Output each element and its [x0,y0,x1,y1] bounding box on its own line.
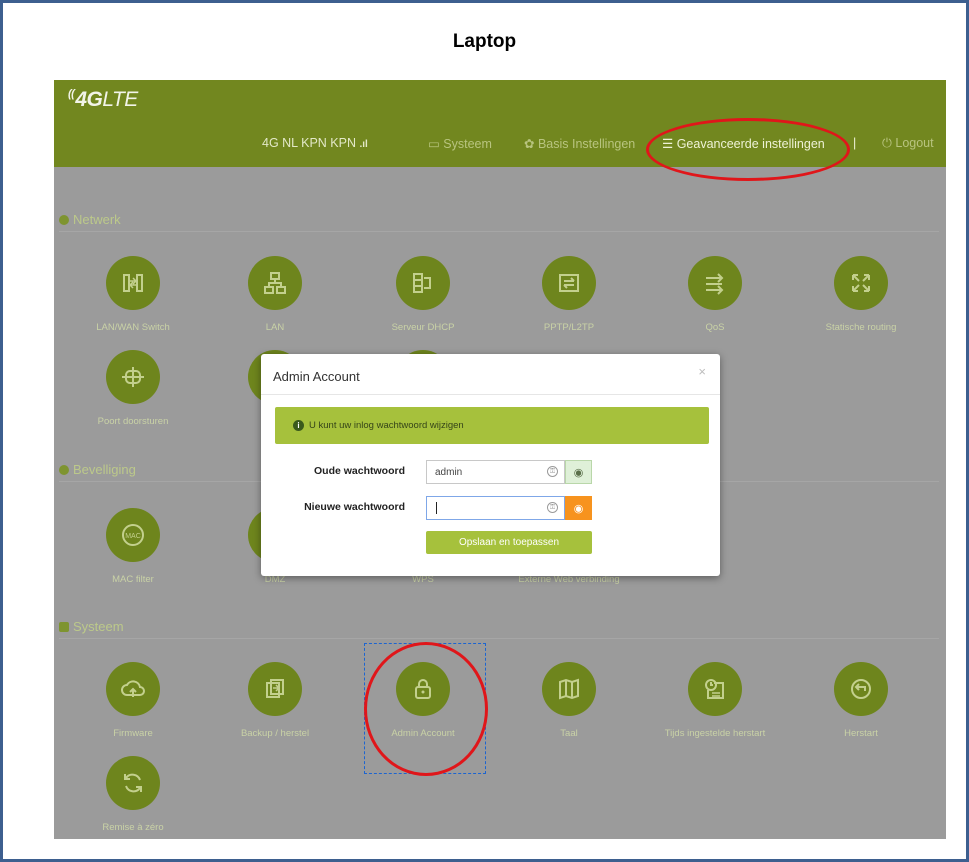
tile-lan[interactable]: LAN [220,256,330,333]
tile-firmware[interactable]: Firmware [78,662,188,739]
tile-label: Herstart [844,728,878,739]
tile-label: MAC filter [112,574,154,585]
new-password-field[interactable]: ⚿ [426,496,565,520]
globe-icon [59,215,69,225]
screenshot-frame: Laptop ((4GLTE 4G NL KPN KPN .ıl ▭ Syste… [0,0,969,862]
tile-pptp-l2tp[interactable]: PPTP/L2TP [514,256,624,333]
nav-logout[interactable]: ⏻ Logout [882,136,934,151]
tile-language[interactable]: Taal [514,662,624,739]
svg-text:MAC: MAC [125,533,141,540]
tile-backup-restore[interactable]: Backup / herstel [220,662,330,739]
tile-label: Poort doorsturen [97,416,169,427]
new-password-label: Nieuwe wachtwoord [304,501,405,513]
power-icon: ⏻ [882,136,892,150]
info-alert: i U kunt uw inlog wachtwoord wijzigen [275,407,709,444]
clock-calendar-icon [688,662,742,716]
monitor-icon: ▭ [428,137,440,151]
port-icon [106,350,160,404]
restart-icon [834,662,888,716]
tile-label: Serveur DHCP [391,322,455,333]
tile-label: Backup / herstel [240,728,310,739]
network-status: 4G NL KPN KPN .ıl [262,136,368,150]
text-caret [436,502,437,514]
divider [59,231,939,232]
highlight-oval-admin [364,642,488,776]
tile-static-routing[interactable]: Statische routing [806,256,916,333]
highlight-oval-advanced [646,118,850,181]
router-admin-app: ((4GLTE 4G NL KPN KPN .ıl ▭ Systeem ✿ Ba… [54,80,946,839]
old-password-field[interactable]: admin ⚿ [426,460,565,484]
divider [59,638,939,639]
mac-icon: MAC [106,508,160,562]
tile-label: Statische routing [825,322,897,333]
nav-separator: | [853,136,857,150]
tile-mac-filter[interactable]: MAC MAC filter [78,508,188,585]
old-password-value: admin [435,467,463,478]
backup-icon [248,662,302,716]
key-icon: ⚿ [547,502,558,513]
section-network: Netwerk [59,212,121,227]
tile-label: Taal [560,728,578,739]
tile-label: QoS [705,322,725,333]
tile-label: LAN/WAN Switch [96,322,170,333]
tile-label: PPTP/L2TP [543,322,595,333]
logo-signal-mark: (( [68,88,75,100]
toggle-old-password-visibility[interactable]: ◉ [565,460,592,484]
eye-icon: ◉ [573,502,584,515]
tile-label: Tijds ingestelde herstart [664,728,766,739]
section-security: Bevelliging [59,462,136,477]
network-icon [248,256,302,310]
refresh-icon [106,756,160,810]
signal-icon: .ıl [359,139,368,150]
transfer-icon [542,256,596,310]
alert-text: U kunt uw inlog wachtwoord wijzigen [309,420,464,431]
eye-slash-icon: ◉ [573,466,584,479]
logo: ((4GLTE [68,88,138,111]
expand-icon [834,256,888,310]
switch-icon [106,256,160,310]
tile-lan-wan-switch[interactable]: LAN/WAN Switch [78,256,188,333]
old-password-label: Oude wachtwoord [313,465,405,477]
tile-port-forwarding[interactable]: Poort doorsturen [78,350,188,427]
tile-label: Firmware [113,728,153,739]
map-icon [542,662,596,716]
info-icon: i [293,420,304,431]
grid-icon [59,622,69,632]
server-icon [396,256,450,310]
tile-factory-reset[interactable]: Remise à zéro [78,756,188,833]
admin-account-modal: Admin Account × i U kunt uw inlog wachtw… [261,354,720,576]
save-apply-button[interactable]: Opslaan en toepassen [426,531,592,554]
cloud-upload-icon [106,662,160,716]
gear-icon: ✿ [524,137,535,151]
tile-label: Remise à zéro [102,822,164,833]
modal-title: Admin Account [273,369,360,384]
key-icon: ⚿ [547,466,558,477]
tile-restart[interactable]: Herstart [806,662,916,739]
shield-icon [59,465,69,475]
nav-system[interactable]: ▭ Systeem [428,136,492,151]
tile-dhcp-server[interactable]: Serveur DHCP [368,256,478,333]
arrows-right-icon [688,256,742,310]
tile-qos[interactable]: QoS [660,256,770,333]
toggle-new-password-visibility[interactable]: ◉ [565,496,592,520]
section-system: Systeem [59,619,124,634]
divider [261,394,720,395]
close-icon[interactable]: × [698,364,706,379]
caption-title: Laptop [452,31,517,52]
tile-scheduled-restart[interactable]: Tijds ingestelde herstart [660,662,770,739]
tile-label: LAN [265,322,285,333]
nav-basic-settings[interactable]: ✿ Basis Instellingen [524,136,635,151]
